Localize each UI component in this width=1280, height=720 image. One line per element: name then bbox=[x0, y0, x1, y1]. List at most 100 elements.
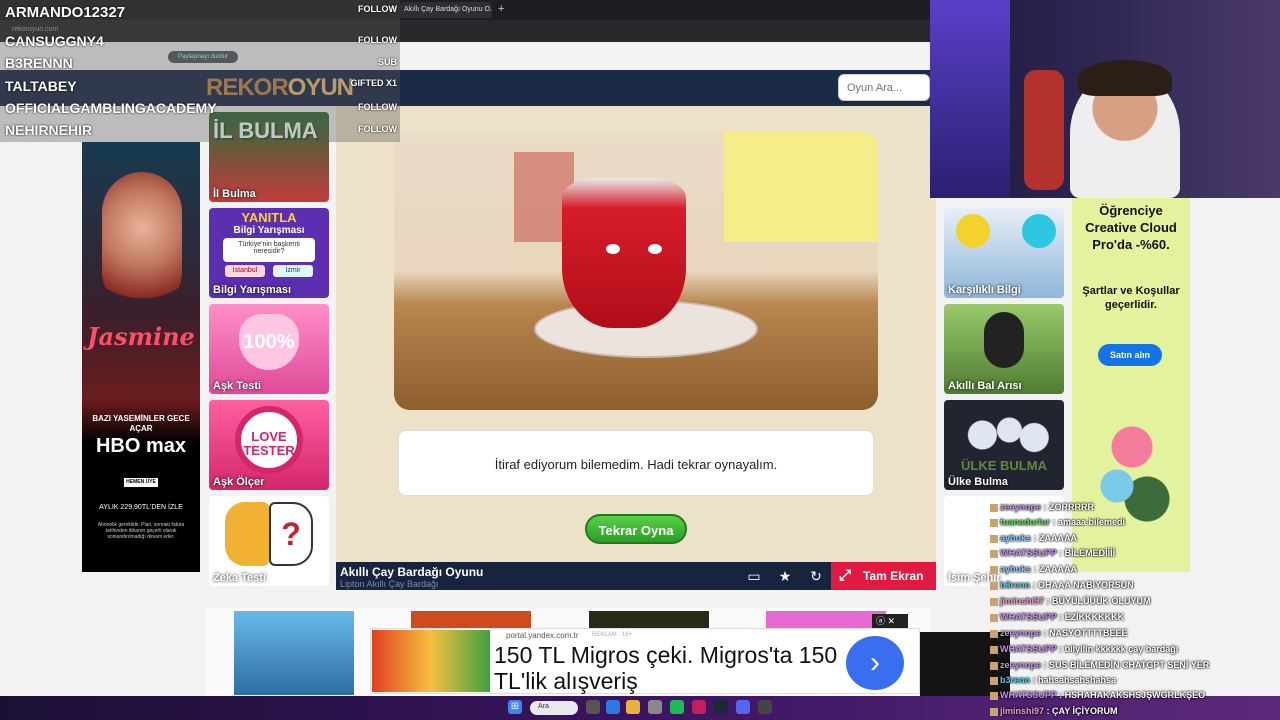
game-thumb-2[interactable] bbox=[411, 611, 531, 629]
chat-text: ZAAAAA bbox=[1039, 564, 1078, 574]
edge-icon[interactable] bbox=[606, 700, 620, 714]
blue-player-icon bbox=[1022, 214, 1056, 248]
chat-message: aybuks : ZAAAAA bbox=[990, 533, 1077, 543]
badge-icon bbox=[990, 503, 998, 512]
comment-icon[interactable]: ▭ bbox=[743, 566, 765, 586]
chat-text: ZORRRRR bbox=[1049, 502, 1095, 512]
fullscreen-button[interactable]: ⤢ Tam Ekran bbox=[831, 562, 936, 590]
chat-message: zeeynope : SUS BİLEMEDİN CHATGPT SENİ YE… bbox=[990, 660, 1209, 670]
app-icon[interactable] bbox=[648, 700, 662, 714]
game-art-question: Türkiye'nin başkenti neresidir? bbox=[223, 238, 315, 262]
event-type: FOLLOW bbox=[358, 4, 397, 14]
chat-text: BİLEMEDİİİİ bbox=[1064, 548, 1116, 558]
fullscreen-label: Tam Ekran bbox=[863, 569, 924, 583]
chat-user: tuanadurlur bbox=[1000, 517, 1051, 527]
new-tab-button[interactable]: + bbox=[498, 3, 504, 15]
ad-title: Jasmine bbox=[87, 322, 195, 351]
refresh-icon[interactable]: ↻ bbox=[805, 566, 827, 586]
game-card-ask-testi[interactable]: 100% Aşk Testi bbox=[209, 304, 329, 394]
hbo-max-ad[interactable]: Jasmine BAZI YASEMİNLER GECE AÇAR HBO ma… bbox=[82, 142, 200, 572]
ad-close-button[interactable]: ⓐ ✕ bbox=[872, 614, 908, 628]
brain-icon bbox=[225, 502, 269, 566]
star-icon[interactable]: ★ bbox=[774, 566, 796, 586]
chat-message: WHATSSUPP : EZİKKKKKKK bbox=[990, 612, 1124, 622]
game-card-label: Zeka Testi bbox=[213, 572, 266, 584]
chat-user: b3renn bbox=[1000, 580, 1031, 590]
game-art-subtitle: Bilgi Yarışması bbox=[233, 225, 305, 236]
app2-icon[interactable] bbox=[692, 700, 706, 714]
chat-user: jiminshi97 bbox=[1000, 596, 1045, 606]
badge-icon bbox=[990, 613, 998, 622]
chat-user: b3renn bbox=[1000, 675, 1031, 685]
badge-icon bbox=[990, 707, 998, 716]
event-user: NEHIRNEHIR bbox=[5, 122, 93, 138]
ad-headline: Öğrenciye Creative Cloud Pro'da -%60. bbox=[1085, 203, 1177, 252]
spotify-icon[interactable] bbox=[670, 700, 684, 714]
game-card-label: Akıllı Bal Arısı bbox=[948, 380, 1022, 392]
chat-text: HSHAHAKAKSHSJŞWGRLKŞEO bbox=[1064, 690, 1206, 700]
event-row: NEHIRNEHIR FOLLOW bbox=[0, 122, 400, 144]
replay-button[interactable]: Tekrar Oyna bbox=[585, 514, 687, 544]
chat-text: SUS BİLEMEDİN CHATGPT SENİ YER bbox=[1049, 660, 1210, 670]
chat-message: WHATSSUPP : bilyilin kkkkkk çay bardağı bbox=[990, 644, 1178, 654]
heart-icon: 100% bbox=[239, 314, 299, 370]
badge-icon bbox=[990, 581, 998, 590]
question-mark-icon: ? bbox=[269, 502, 313, 566]
game-card-ask-olcer[interactable]: LOVE TESTER Aşk Ölçer bbox=[209, 400, 329, 490]
game-card-akilli-bal-arisi[interactable]: Akıllı Bal Arısı bbox=[944, 304, 1064, 394]
taskbar-search[interactable]: Ara bbox=[530, 701, 578, 715]
ad-fineprint: Abonelik gereklidir. Plan, sonraki fatur… bbox=[97, 522, 185, 540]
ad-buy-button[interactable]: Satın alın bbox=[1098, 344, 1162, 366]
event-user: B3RENNN bbox=[5, 55, 73, 71]
chat-text: NASYOTTTTBEEE bbox=[1049, 628, 1128, 638]
discord-icon[interactable] bbox=[736, 700, 750, 714]
game-card-ulke-bulma[interactable]: ÜLKE BULMA Ülke Bulma bbox=[944, 400, 1064, 490]
folder-icon[interactable] bbox=[626, 700, 640, 714]
love-tester-icon: LOVE TESTER bbox=[235, 406, 303, 474]
chevron-right-icon[interactable]: › bbox=[846, 636, 904, 690]
bee-kid-image bbox=[984, 312, 1024, 368]
event-type: SUB bbox=[377, 57, 397, 67]
game-card-bilgi-yarismasi[interactable]: YANITLA Bilgi Yarışması Türkiye'nin başk… bbox=[209, 208, 329, 298]
chat-user: zeeynope bbox=[1000, 628, 1042, 638]
game-search-input[interactable] bbox=[838, 74, 930, 101]
ad-brand: HBO max bbox=[95, 435, 187, 457]
webcam-feed bbox=[930, 0, 1280, 198]
browser-tab[interactable]: Akıllı Çay Bardağı Oyunu O... bbox=[400, 2, 492, 18]
left-eye-icon bbox=[606, 244, 620, 254]
expand-icon: ⤢ bbox=[839, 567, 852, 584]
stream-chat: zeeynope : ZORRRRR tuanadurlur : amaaa b… bbox=[990, 498, 1280, 716]
event-user: TALTABEY bbox=[5, 78, 77, 94]
windows-start-icon[interactable]: ⊞ bbox=[508, 700, 522, 714]
game-art-option-1: İstanbul bbox=[225, 265, 265, 277]
ad-join-button[interactable]: HEMEN ÜYE OL bbox=[124, 478, 158, 494]
game-message: İtiraf ediyorum bilemedim. Hadi tekrar o… bbox=[398, 430, 874, 496]
task-view-icon[interactable] bbox=[586, 700, 600, 714]
world-map-image bbox=[950, 410, 1058, 460]
event-row: TALTABEY GIFTED X1 bbox=[0, 78, 400, 100]
tea-glass-game-view[interactable] bbox=[394, 132, 878, 410]
badge-icon bbox=[990, 691, 998, 700]
game-thumb-3[interactable] bbox=[589, 611, 709, 629]
stream-events-overlay: ARMANDO12327 FOLLOW CANSUGGNY4 FOLLOW B3RE… bbox=[0, 0, 400, 142]
event-user: OFFICIALGAMBLINGACADEMY bbox=[5, 100, 217, 116]
chat-user: WHATSSUPP bbox=[1000, 612, 1057, 622]
chat-text: BÜYÜLÜÜÜK OLUYUM bbox=[1052, 596, 1151, 606]
chat-message: WHATSSUPP : HSHAHAKAKSHSJŞWGRLKŞEO bbox=[990, 690, 1205, 700]
game-card-label: Bilgi Yarışması bbox=[213, 284, 292, 296]
game-thumb-1[interactable] bbox=[234, 611, 354, 695]
game-card-zeka-testi[interactable]: ? Zeka Testi bbox=[209, 496, 329, 586]
yandex-ad-headline[interactable]: 150 TL Migros çeki. Migros'ta 150 TL'lik… bbox=[494, 642, 854, 694]
chat-user: WHATSSUPP bbox=[1000, 548, 1057, 558]
badge-icon bbox=[990, 676, 998, 685]
game-card-karsilikli-bilgi[interactable]: Karşılıklı Bilgi bbox=[944, 208, 1064, 298]
chat-user: WHATSSUPP bbox=[1000, 644, 1057, 654]
steam-icon[interactable] bbox=[714, 700, 728, 714]
event-type: FOLLOW bbox=[358, 102, 397, 112]
game-title: Akıllı Çay Bardağı Oyunu bbox=[340, 565, 484, 579]
obs-icon[interactable] bbox=[758, 700, 772, 714]
badge-icon bbox=[990, 645, 998, 654]
game-thumb-4[interactable] bbox=[766, 611, 886, 629]
chat-user: jiminshi97 bbox=[1000, 706, 1045, 716]
event-type: FOLLOW bbox=[358, 35, 397, 45]
